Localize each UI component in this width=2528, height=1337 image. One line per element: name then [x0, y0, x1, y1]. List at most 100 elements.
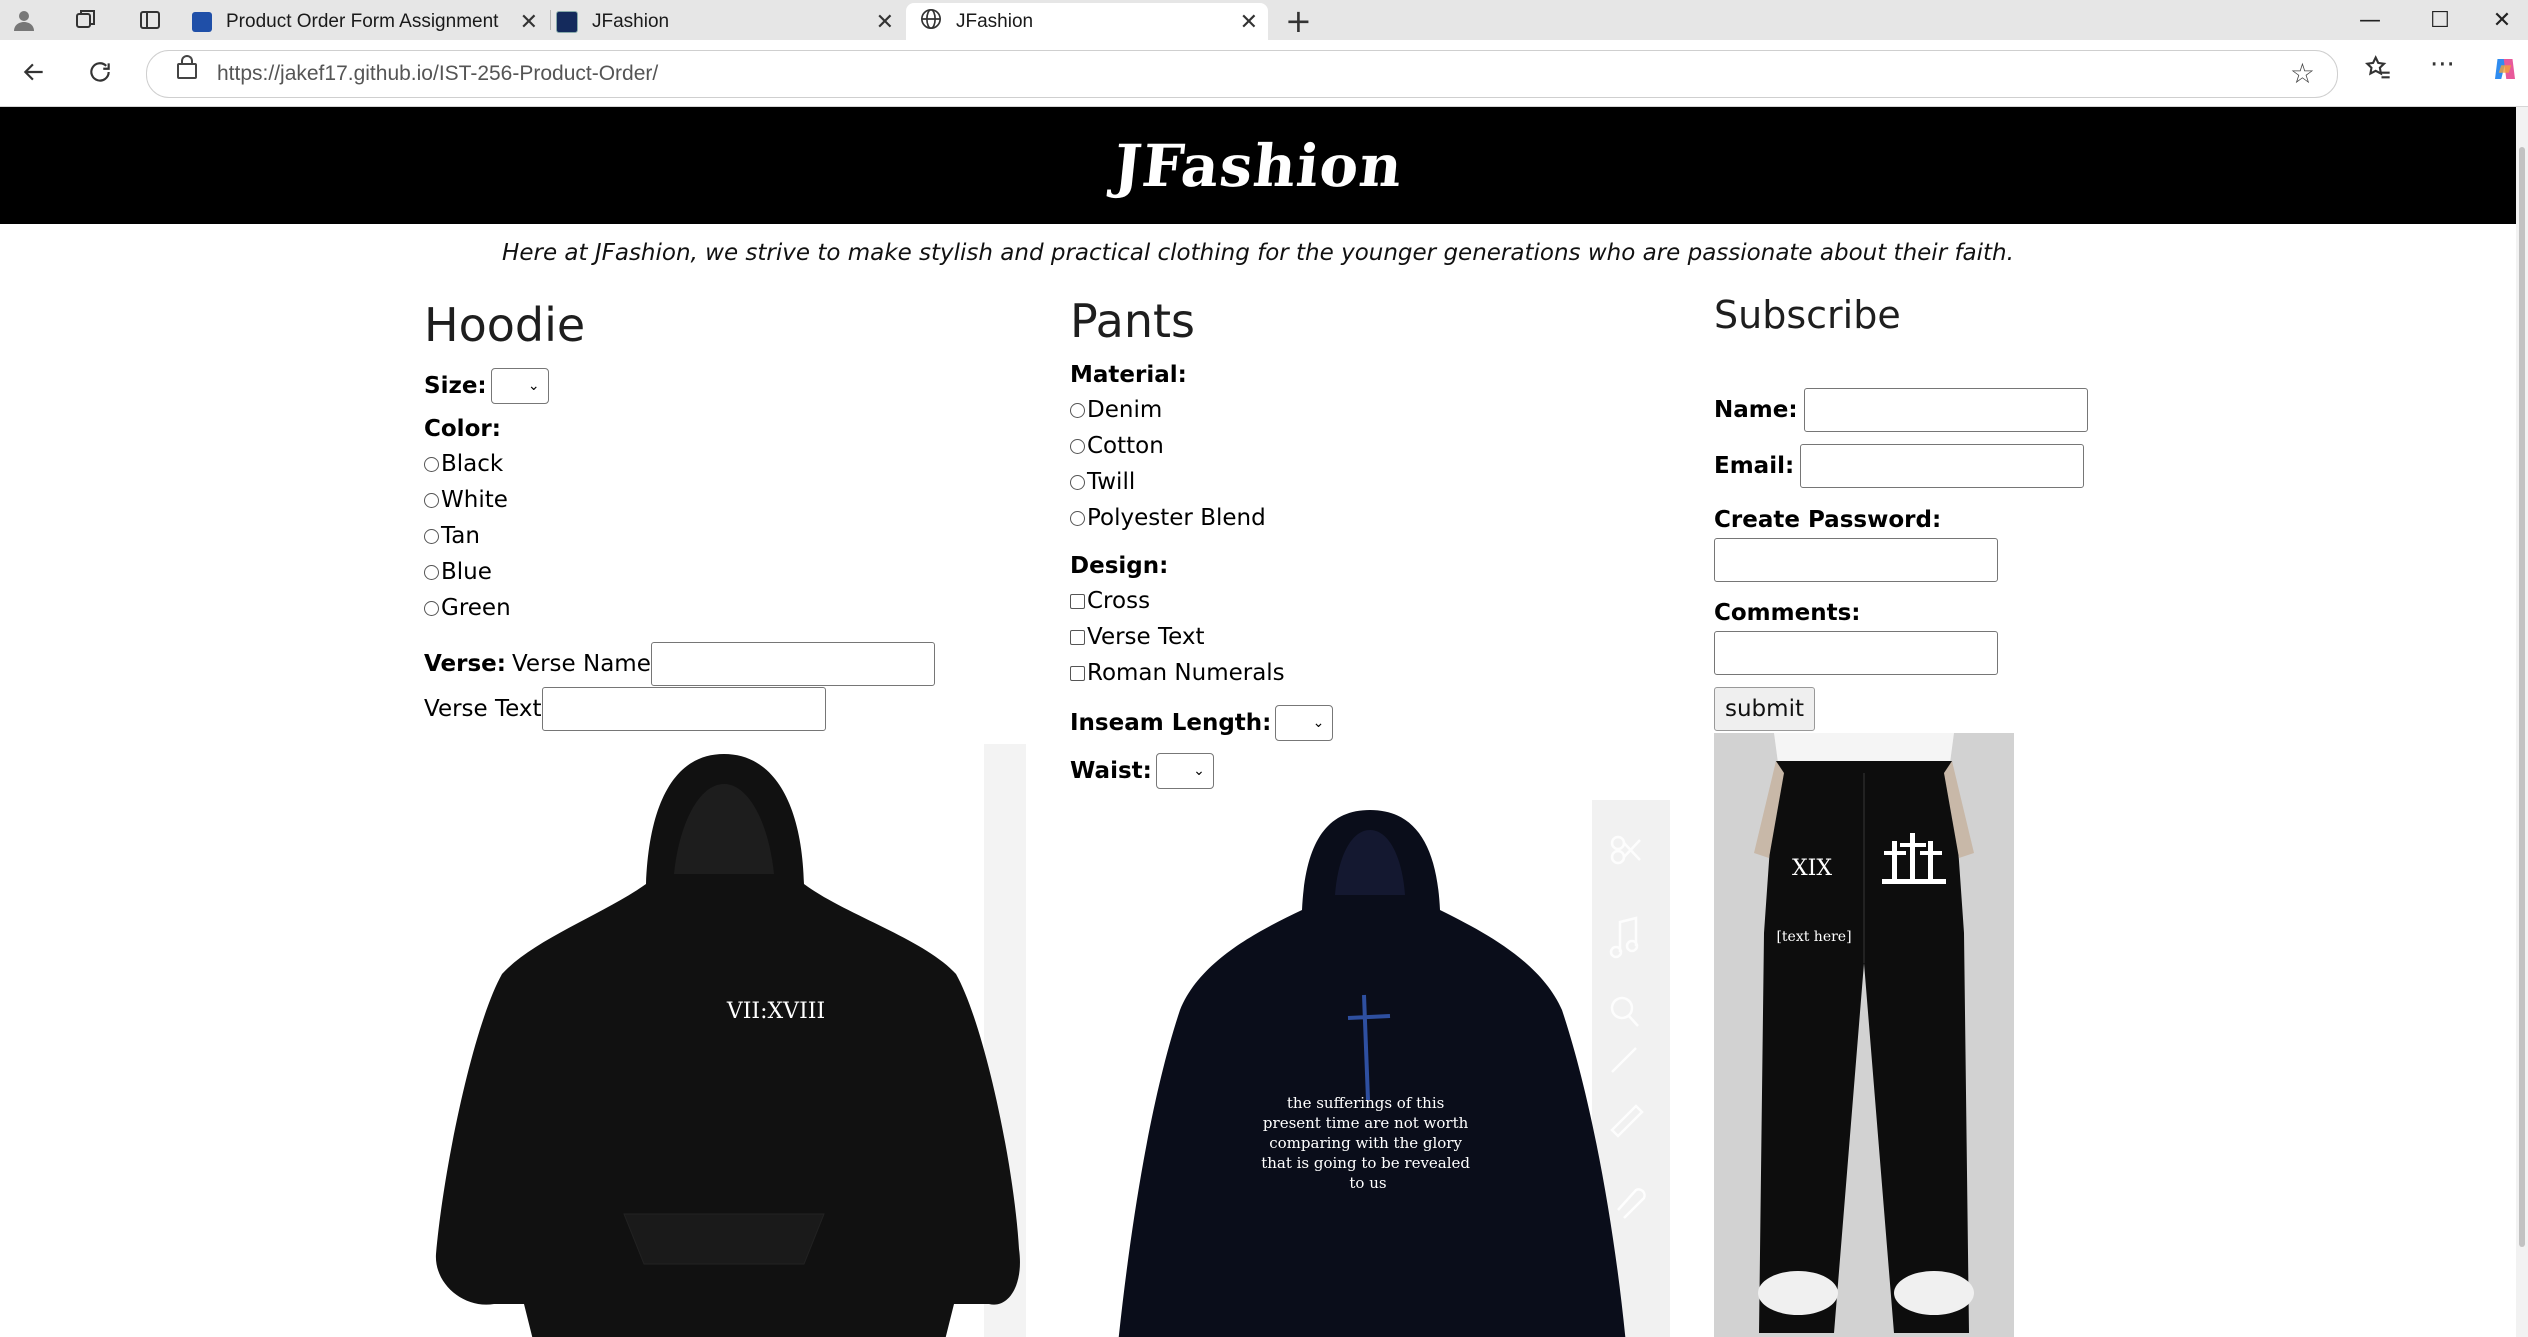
color-label: Color: — [424, 416, 501, 442]
hoodie-size-row: Size: ⌄ — [424, 368, 549, 404]
design-option[interactable]: Roman Numerals — [1070, 660, 1285, 686]
waist-select[interactable]: ⌄ — [1155, 753, 1214, 789]
name-label: Name: — [1714, 397, 1798, 423]
hoodie-image: VII:XVIII — [424, 744, 1026, 1337]
color-option[interactable]: Blue — [424, 559, 492, 585]
size-select[interactable]: ⌄ — [490, 368, 549, 404]
site-header: JFashion — [0, 107, 2516, 224]
tab-title: JFashion — [592, 10, 670, 32]
design-option-label: Roman Numerals — [1087, 660, 1285, 686]
inseam-select[interactable]: ⌄ — [1275, 705, 1334, 741]
comments-input[interactable] — [1714, 631, 1998, 675]
scrollbar-thumb[interactable] — [2519, 147, 2525, 1247]
maximize-icon[interactable]: ☐ — [2412, 0, 2468, 40]
color-radio-tan[interactable] — [424, 528, 439, 544]
material-option[interactable]: Twill — [1070, 469, 1135, 495]
waist-label: Waist: — [1070, 758, 1152, 784]
copilot-icon[interactable] — [2490, 54, 2520, 91]
comments-row — [1714, 631, 1998, 675]
tab-jfashion-1[interactable]: JFashion ✕ — [556, 3, 904, 40]
submit-button[interactable]: submit — [1714, 687, 1815, 731]
color-radio-white[interactable] — [424, 492, 439, 508]
color-option[interactable]: Green — [424, 595, 511, 621]
color-option-label: Tan — [441, 523, 480, 549]
tab-favicon-icon — [556, 10, 578, 33]
subscribe-title: Subscribe — [1714, 293, 1901, 337]
page-scrollbar[interactable] — [2516, 107, 2528, 1337]
url-text: https://jakef17.github.io/IST-256-Produc… — [217, 62, 658, 86]
tab-product-order-form[interactable]: Product Order Form Assignment ✕ — [192, 3, 548, 40]
pants-image: XIX [text here] — [1714, 733, 2014, 1337]
lock-icon[interactable] — [177, 55, 197, 79]
brand-title: JFashion — [1110, 131, 1406, 200]
color-option[interactable]: White — [424, 487, 508, 513]
password-label-row: Create Password: — [1714, 507, 1941, 533]
color-radio-blue[interactable] — [424, 564, 439, 580]
close-tab-icon[interactable]: ✕ — [1240, 9, 1258, 35]
tab-actions-icon[interactable] — [132, 2, 168, 38]
new-tab-icon[interactable]: + — [1285, 2, 1312, 40]
material-option-label: Polyester Blend — [1087, 505, 1266, 531]
design-option[interactable]: Verse Text — [1070, 624, 1205, 650]
favorites-icon[interactable] — [2364, 54, 2392, 89]
workspaces-icon[interactable] — [68, 2, 104, 38]
design-checkbox-verse-text[interactable] — [1070, 629, 1085, 645]
design-label: Design: — [1070, 553, 1169, 579]
refresh-icon[interactable] — [82, 54, 118, 90]
verse-name-input[interactable] — [650, 642, 935, 686]
design-option-label: Verse Text — [1087, 624, 1205, 650]
url-field[interactable]: https://jakef17.github.io/IST-256-Produc… — [146, 50, 2338, 98]
color-option[interactable]: Black — [424, 451, 503, 477]
material-radio-cotton[interactable] — [1070, 438, 1085, 454]
more-options-icon[interactable]: ··· — [2430, 50, 2455, 80]
inseam-label: Inseam Length: — [1070, 710, 1272, 736]
design-checkbox-cross[interactable] — [1070, 593, 1085, 609]
color-option-label: Green — [441, 595, 511, 621]
material-radio-polyester[interactable] — [1070, 510, 1085, 526]
tab-jfashion-active[interactable]: JFashion ✕ — [906, 3, 1268, 40]
tagline: Here at JFashion, we strive to make styl… — [502, 240, 2014, 266]
back-icon[interactable] — [16, 54, 52, 90]
profile-icon[interactable] — [6, 2, 42, 38]
pants-title: Pants — [1070, 294, 1196, 348]
material-radio-twill[interactable] — [1070, 474, 1085, 490]
password-row — [1714, 538, 1998, 582]
verse-name-row: Verse: Verse Name — [424, 642, 935, 686]
material-option[interactable]: Denim — [1070, 397, 1162, 423]
email-label: Email: — [1714, 453, 1795, 479]
material-option[interactable]: Cotton — [1070, 433, 1164, 459]
size-label: Size: — [424, 373, 487, 399]
tab-title: Product Order Form Assignment — [226, 10, 499, 32]
email-input[interactable] — [1800, 444, 2085, 488]
name-row: Name: — [1714, 388, 2088, 432]
close-window-icon[interactable]: ✕ — [2474, 0, 2528, 40]
color-option-label: Black — [441, 451, 504, 477]
material-radio-denim[interactable] — [1070, 402, 1085, 418]
minimize-icon[interactable]: — — [2342, 0, 2398, 40]
waist-row: Waist: ⌄ — [1070, 753, 1214, 789]
close-tab-icon[interactable]: ✕ — [520, 9, 538, 35]
color-radio-black[interactable] — [424, 456, 439, 472]
name-input[interactable] — [1803, 388, 2088, 432]
inseam-row: Inseam Length: ⌄ — [1070, 705, 1334, 741]
pants-design-image: the sufferings of this present time are … — [1070, 800, 1670, 1337]
design-checkbox-roman-numerals[interactable] — [1070, 665, 1085, 681]
design-option[interactable]: Cross — [1070, 588, 1150, 614]
color-radio-green[interactable] — [424, 600, 439, 616]
verse-text-label: Verse Text — [424, 696, 542, 722]
tab-favicon-icon — [192, 11, 212, 32]
material-option-label: Denim — [1087, 397, 1163, 423]
color-option-label: Blue — [441, 559, 492, 585]
favorite-star-icon[interactable]: ☆ — [2290, 57, 2315, 90]
close-tab-icon[interactable]: ✕ — [876, 9, 894, 35]
password-label: Create Password: — [1714, 507, 1942, 533]
verse-text-input[interactable] — [541, 687, 826, 731]
hoodie-print-text: VII:XVIII — [726, 999, 825, 1024]
web-page: JFashion Here at JFashion, we strive to … — [0, 107, 2516, 1337]
comments-label: Comments: — [1714, 600, 1861, 626]
material-option[interactable]: Polyester Blend — [1070, 505, 1266, 531]
password-input[interactable] — [1714, 538, 1998, 582]
verse-label: Verse: — [424, 651, 506, 677]
color-option[interactable]: Tan — [424, 523, 480, 549]
color-option-label: White — [441, 487, 508, 513]
